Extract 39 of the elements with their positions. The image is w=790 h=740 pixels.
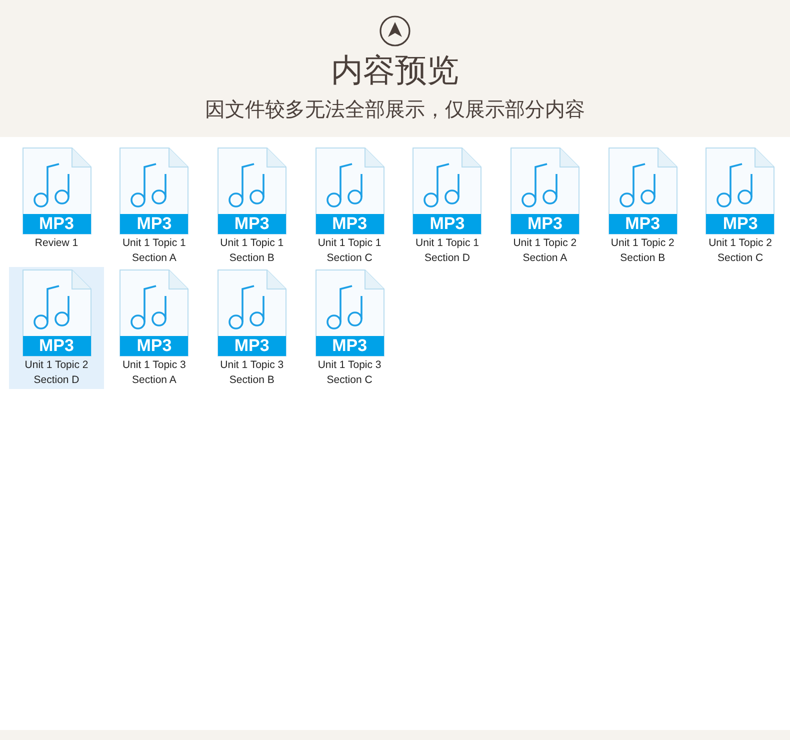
file-item[interactable]: MP3 Unit 1 Topic 3 Section C xyxy=(302,267,398,389)
file-name: Unit 1 Topic 1 Section C xyxy=(316,236,382,266)
file-name: Unit 1 Topic 1 Section B xyxy=(219,236,285,266)
file-type-label: MP3 xyxy=(608,214,677,234)
file-name: Unit 1 Topic 1 Section A xyxy=(121,236,187,266)
file-item[interactable]: MP3 Unit 1 Topic 1 Section D xyxy=(400,145,495,267)
file-type-label: MP3 xyxy=(316,336,384,356)
file-item[interactable]: MP3 Unit 1 Topic 1 Section A xyxy=(106,145,202,267)
section-title: 内容预览 xyxy=(331,50,459,91)
file-type-label: MP3 xyxy=(510,214,579,234)
file-name: Unit 1 Topic 3 Section B xyxy=(219,358,285,388)
file-name: Unit 1 Topic 3 Section A xyxy=(121,358,187,388)
file-type-label: MP3 xyxy=(413,214,482,234)
file-item[interactable]: MP3 Unit 1 Topic 2 Section D xyxy=(9,267,104,389)
file-name: Unit 1 Topic 2 Section A xyxy=(512,236,578,266)
file-item[interactable]: MP3 Unit 1 Topic 2 Section B xyxy=(595,145,690,267)
file-type-label: MP3 xyxy=(120,336,188,356)
file-type-label: MP3 xyxy=(218,214,286,234)
file-item[interactable]: MP3 Review 1 xyxy=(9,145,104,267)
file-type-label: MP3 xyxy=(120,214,188,234)
file-type-label: MP3 xyxy=(22,214,90,234)
file-name: Unit 1 Topic 2 Section B xyxy=(610,236,676,266)
section-subtitle: 因文件较多无法全部展示，仅展示部分内容 xyxy=(205,96,585,123)
file-name: Unit 1 Topic 2 Section D xyxy=(24,358,90,388)
arrow-up-circle-icon xyxy=(379,15,411,47)
file-item[interactable]: MP3 Unit 1 Topic 2 Section A xyxy=(497,145,592,267)
file-name: Unit 1 Topic 2 Section C xyxy=(708,236,774,266)
file-item[interactable]: MP3 Unit 1 Topic 3 Section A xyxy=(106,267,202,389)
file-item[interactable]: MP3 Unit 1 Topic 3 Section B xyxy=(204,267,300,389)
file-type-label: MP3 xyxy=(706,214,774,234)
file-name: Unit 1 Topic 1 Section D xyxy=(414,236,480,266)
file-item[interactable]: MP3 Unit 1 Topic 2 Section C xyxy=(692,145,788,267)
file-type-label: MP3 xyxy=(316,214,384,234)
file-name: Review 1 xyxy=(34,236,80,251)
file-name: Unit 1 Topic 3 Section C xyxy=(316,358,382,388)
file-item[interactable]: MP3 Unit 1 Topic 1 Section C xyxy=(302,145,398,267)
file-type-label: MP3 xyxy=(22,336,90,356)
file-item[interactable]: MP3 Unit 1 Topic 1 Section B xyxy=(204,145,300,267)
file-type-label: MP3 xyxy=(218,336,286,356)
